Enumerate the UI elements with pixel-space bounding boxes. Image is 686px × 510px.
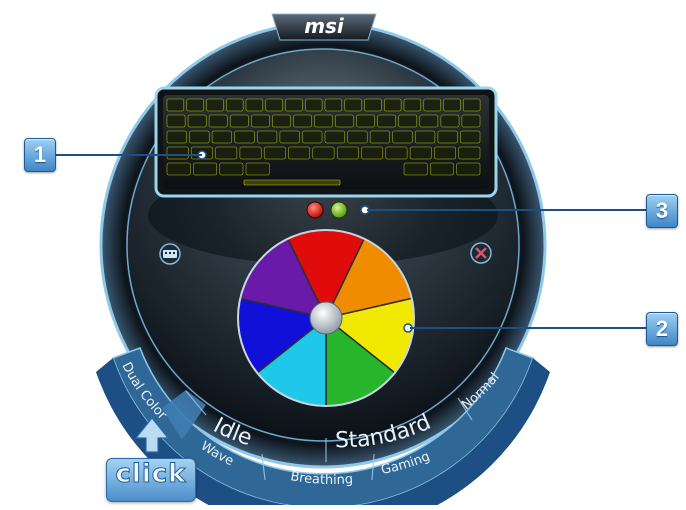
- keyboard-key: [356, 114, 375, 128]
- keyboard-key: [324, 98, 343, 112]
- callout-2-line: [410, 327, 646, 329]
- color-swatch-red[interactable]: [306, 201, 324, 219]
- keyboard-key: [461, 114, 481, 128]
- close-icon[interactable]: [470, 242, 492, 264]
- keyboard-key: [463, 98, 481, 112]
- keyboard-key: [166, 146, 189, 160]
- keyboard-key: [364, 98, 382, 112]
- keyboard-key: [229, 114, 249, 128]
- keyboard-key: [344, 98, 362, 112]
- keyboard-key: [377, 114, 397, 128]
- callout-3: 3: [646, 194, 678, 228]
- keyboard-key: [302, 130, 323, 144]
- keyboard-key: [239, 146, 262, 160]
- color-swatch-green[interactable]: [330, 201, 348, 219]
- keyboard-key: [324, 130, 345, 144]
- keyboard-key: [219, 162, 244, 176]
- keyboard-key: [434, 146, 456, 160]
- keyboard-key: [437, 130, 458, 144]
- keyboard-key: [166, 98, 185, 112]
- keyboard-key: [460, 130, 481, 144]
- keyboard-key: [288, 146, 311, 160]
- callout-3-line: [367, 209, 646, 211]
- keyboard-key: [257, 130, 278, 144]
- keyboard-key: [245, 98, 264, 112]
- keyboard-key: [409, 146, 432, 160]
- keyboard-key: [443, 98, 461, 112]
- keyboard-key: [272, 114, 291, 128]
- keyboard-preview[interactable]: [154, 86, 498, 198]
- keyboard-key: [361, 146, 384, 160]
- keyboard-icon[interactable]: [159, 243, 181, 265]
- keyboard-key: [189, 130, 210, 144]
- keyboard-key: [166, 162, 191, 176]
- keyboard-key: [193, 162, 217, 176]
- keyboard-key: [440, 114, 460, 128]
- keyboard-key: [423, 98, 441, 112]
- keyboard-key: [206, 98, 224, 112]
- keyboard-key: [430, 162, 454, 176]
- keyboard-key: [265, 98, 283, 112]
- keyboard-key: [312, 146, 335, 160]
- callout-2: 2: [646, 312, 678, 346]
- keyboard-key: [263, 146, 286, 160]
- keyboard-key: [392, 130, 413, 144]
- keyboard-key: [305, 98, 323, 112]
- keyboard-key: [226, 98, 244, 112]
- keyboard-key: [279, 130, 300, 144]
- keyboard-key: [398, 114, 418, 128]
- spacebar-key: [243, 179, 341, 186]
- keyboard-key: [384, 98, 402, 112]
- keyboard-key: [369, 130, 390, 144]
- keyboard-key: [385, 146, 408, 160]
- keyboard-key: [347, 130, 368, 144]
- click-hint: click: [106, 458, 196, 502]
- keyboard-key: [245, 162, 270, 176]
- keyboard-key: [293, 114, 312, 128]
- keyboard-key: [335, 114, 354, 128]
- keyboard-key: [415, 130, 436, 144]
- keyboard-key: [419, 114, 439, 128]
- color-wheel-knob[interactable]: [309, 301, 343, 335]
- keyboard-key: [215, 146, 238, 160]
- keyboard-key: [234, 130, 255, 144]
- msi-lighting-panel: msi Dual Color Idle Standard Normal Wave…: [0, 0, 686, 510]
- keyboard-key: [208, 114, 228, 128]
- msi-logo: msi: [304, 14, 345, 38]
- click-hint-label: click: [115, 459, 187, 490]
- keyboard-key: [456, 162, 481, 176]
- panel-canvas: msi Dual Color Idle Standard Normal Wave…: [91, 13, 555, 510]
- keyboard-key: [251, 114, 270, 128]
- keyboard-key: [314, 114, 333, 128]
- callout-1: 1: [24, 138, 56, 172]
- keyboard-key: [458, 146, 481, 160]
- keyboard-key: [336, 146, 359, 160]
- keyboard-key: [403, 98, 422, 112]
- callout-1-line: [54, 154, 202, 156]
- keyboard-key: [186, 98, 204, 112]
- keyboard-key: [166, 130, 187, 144]
- keyboard-key: [211, 130, 232, 144]
- keyboard-key: [166, 114, 186, 128]
- keyboard-key: [285, 98, 303, 112]
- keyboard-key: [403, 162, 428, 176]
- keyboard-key: [187, 114, 207, 128]
